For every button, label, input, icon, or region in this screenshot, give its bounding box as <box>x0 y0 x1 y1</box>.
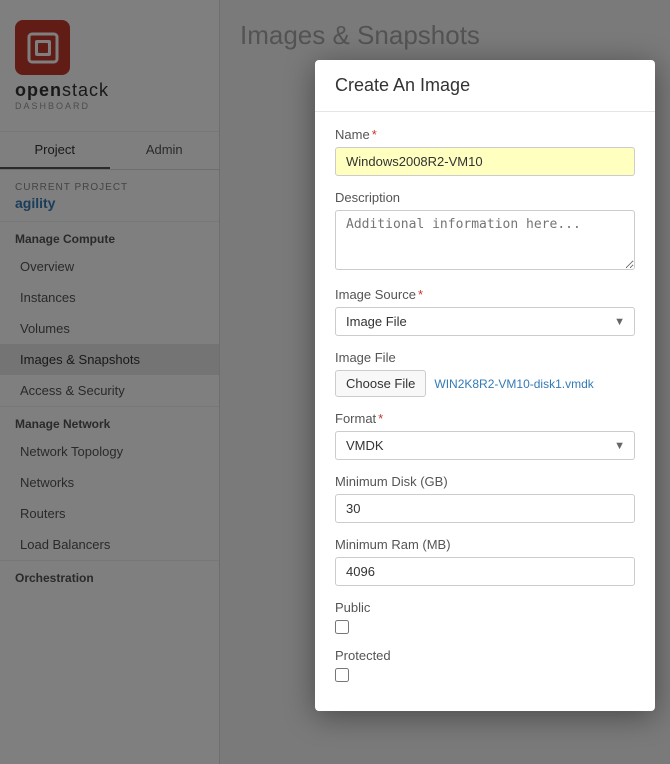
form-group-image-file: Image File Choose File WIN2K8R2-VM10-dis… <box>335 350 635 397</box>
form-group-min-disk: Minimum Disk (GB) <box>335 474 635 523</box>
min-disk-label: Minimum Disk (GB) <box>335 474 635 489</box>
image-source-select[interactable]: Image File Image Location <box>335 307 635 336</box>
modal-overlay: Create An Image Name* Description Image … <box>0 0 670 764</box>
image-file-label: Image File <box>335 350 635 365</box>
protected-label: Protected <box>335 648 635 663</box>
modal-header: Create An Image <box>315 60 655 112</box>
format-select[interactable]: AKI AMI ARI ISO QCOW2 RAW VDI VHD VMDK <box>335 431 635 460</box>
modal-title: Create An Image <box>335 75 635 96</box>
public-label: Public <box>335 600 635 615</box>
choose-file-button[interactable]: Choose File <box>335 370 426 397</box>
min-disk-input[interactable] <box>335 494 635 523</box>
form-group-description: Description <box>335 190 635 273</box>
public-checkbox[interactable] <box>335 620 349 634</box>
format-label: Format* <box>335 411 635 426</box>
form-group-protected: Protected <box>335 648 635 682</box>
protected-checkbox[interactable] <box>335 668 349 682</box>
min-ram-label: Minimum Ram (MB) <box>335 537 635 552</box>
modal-body: Name* Description Image Source* Image Fi… <box>315 112 655 711</box>
public-checkbox-group <box>335 620 635 634</box>
format-wrapper: AKI AMI ARI ISO QCOW2 RAW VDI VHD VMDK <box>335 431 635 460</box>
file-input-group: Choose File WIN2K8R2-VM10-disk1.vmdk <box>335 370 635 397</box>
form-group-min-ram: Minimum Ram (MB) <box>335 537 635 586</box>
image-source-label: Image Source* <box>335 287 635 302</box>
create-image-modal: Create An Image Name* Description Image … <box>315 60 655 711</box>
name-input[interactable] <box>335 147 635 176</box>
name-label: Name* <box>335 127 635 142</box>
description-input[interactable] <box>335 210 635 270</box>
image-source-wrapper: Image File Image Location <box>335 307 635 336</box>
description-label: Description <box>335 190 635 205</box>
file-name-display: WIN2K8R2-VM10-disk1.vmdk <box>434 377 593 391</box>
form-group-name: Name* <box>335 127 635 176</box>
form-group-image-source: Image Source* Image File Image Location <box>335 287 635 336</box>
form-group-format: Format* AKI AMI ARI ISO QCOW2 RAW VDI VH… <box>335 411 635 460</box>
form-group-public: Public <box>335 600 635 634</box>
min-ram-input[interactable] <box>335 557 635 586</box>
protected-checkbox-group <box>335 668 635 682</box>
